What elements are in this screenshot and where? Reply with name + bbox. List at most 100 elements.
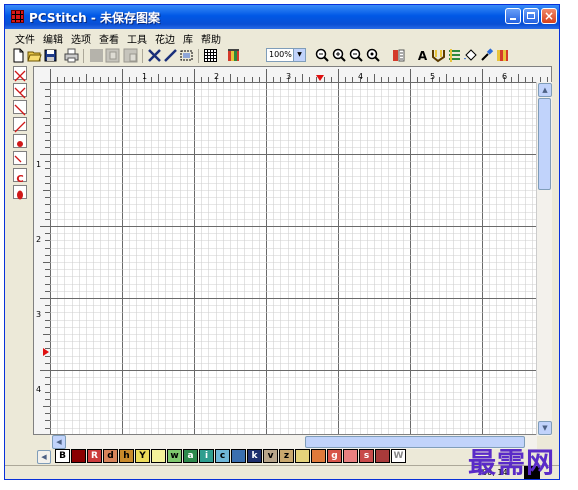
palette-swatch[interactable]: i <box>199 449 214 463</box>
watermark-logo: 最需网 <box>468 446 556 479</box>
scroll-up-icon[interactable]: ▲ <box>538 83 552 97</box>
open-folder-icon[interactable] <box>27 48 42 63</box>
grid-icon[interactable] <box>203 48 218 63</box>
palette-swatch[interactable] <box>151 449 166 463</box>
floss-colors-icon[interactable] <box>226 48 241 63</box>
palette-swatch[interactable] <box>71 449 86 463</box>
scroll-down-icon[interactable]: ▼ <box>538 421 552 435</box>
palette-swatch[interactable] <box>295 449 310 463</box>
chevron-down-icon[interactable]: ▼ <box>293 49 305 61</box>
vertical-scrollbar[interactable]: ▲ ▼ <box>536 82 552 436</box>
menu-border[interactable]: 花边 <box>155 31 175 46</box>
palette-swatch[interactable]: g <box>327 449 342 463</box>
menu-library[interactable]: 库 <box>183 31 193 46</box>
zoom-select[interactable]: 100% ▼ <box>266 48 306 62</box>
ruler-label: 1 <box>142 72 147 81</box>
palette-scroll-left-icon[interactable]: ◀ <box>37 450 51 464</box>
palette-swatch[interactable]: a <box>183 449 198 463</box>
menu-tools[interactable]: 工具 <box>127 31 147 46</box>
palette-swatch[interactable]: h <box>119 449 134 463</box>
menu-file[interactable]: 文件 <box>15 31 35 46</box>
app-window: PCStitch - 未保存图案 × 文件 编辑 选项 查看 工具 花边 库 帮… <box>4 4 560 480</box>
palette-swatch[interactable] <box>375 449 390 463</box>
palette-swatch[interactable]: R <box>87 449 102 463</box>
top-ruler <box>34 67 551 82</box>
half-stitch-tool-icon[interactable] <box>13 100 27 116</box>
bead-tool-icon[interactable]: C <box>13 168 27 185</box>
ruler-label: 5 <box>430 72 435 81</box>
ruler-ticks <box>40 69 548 429</box>
zoom-out-icon[interactable] <box>349 48 364 63</box>
ruler-label: 2 <box>36 235 41 244</box>
minimize-icon <box>510 18 516 20</box>
save-disk-icon[interactable] <box>43 48 58 63</box>
ruler-label: 2 <box>214 72 219 81</box>
full-cross-stitch-icon[interactable] <box>147 48 162 63</box>
menu-help[interactable]: 帮助 <box>201 31 221 46</box>
palette-swatch[interactable]: B <box>55 449 70 463</box>
new-file-icon[interactable] <box>11 48 26 63</box>
zoom-value: 100% <box>269 50 292 59</box>
svg-text:C: C <box>16 174 23 184</box>
color-picker-icon[interactable] <box>479 48 494 63</box>
floss-palette: ◀ B RdhYwaic kvz g s W <box>35 448 485 465</box>
palette-swatch[interactable]: w <box>167 449 182 463</box>
minimize-button[interactable] <box>505 8 521 24</box>
palette-swatch[interactable]: s <box>359 449 374 463</box>
paste-icon <box>123 48 138 63</box>
toolbar-separator <box>83 49 84 63</box>
palette-swatch[interactable]: z <box>279 449 294 463</box>
pattern-library-icon[interactable] <box>431 48 446 63</box>
palette-swatch[interactable]: W <box>391 449 406 463</box>
palette-swatch[interactable]: Y <box>135 449 150 463</box>
ruler-label: 1 <box>36 160 41 169</box>
menu-edit[interactable]: 编辑 <box>43 31 63 46</box>
maximize-icon <box>527 12 535 19</box>
stitch-grid[interactable]: 1 2 3 4 5 6 1 2 3 4 <box>34 67 552 435</box>
left-ruler <box>34 82 50 434</box>
palette-swatch[interactable] <box>343 449 358 463</box>
three-quarter-stitch-tool-icon[interactable] <box>13 83 27 99</box>
palette-swatch[interactable] <box>311 449 326 463</box>
menu-options[interactable]: 选项 <box>71 31 91 46</box>
select-area-icon[interactable] <box>179 48 194 63</box>
menu-view[interactable]: 查看 <box>99 31 119 46</box>
window-title: PCStitch - 未保存图案 <box>29 11 161 25</box>
floss-list-icon[interactable] <box>391 48 406 63</box>
french-knot-tool-icon[interactable] <box>13 134 27 148</box>
half-stitch-icon[interactable] <box>163 48 178 63</box>
ruler-label: 4 <box>358 72 363 81</box>
title-bar[interactable]: PCStitch - 未保存图案 × <box>5 5 559 29</box>
scroll-left-icon[interactable]: ◀ <box>52 435 66 449</box>
palette-swatch[interactable]: v <box>263 449 278 463</box>
toolbar: 100% ▼ A <box>5 47 559 65</box>
quarter-stitch-tool-icon[interactable] <box>13 151 27 165</box>
pattern-canvas[interactable]: 1 2 3 4 5 6 1 2 3 4 <box>33 66 552 435</box>
zoom-custom-icon[interactable] <box>366 48 381 63</box>
close-button[interactable]: × <box>541 8 557 24</box>
zoom-in-icon[interactable] <box>332 48 347 63</box>
fill-bucket-icon[interactable] <box>463 48 478 63</box>
svg-text:A: A <box>418 49 428 63</box>
palette-swatch[interactable]: k <box>247 449 262 463</box>
ruler-label: 3 <box>286 72 291 81</box>
horizontal-scrollbar[interactable]: ◀ <box>50 435 537 449</box>
ruler-label: 4 <box>36 385 41 394</box>
pcstitch-app-icon <box>11 10 24 23</box>
copy-icon <box>105 48 120 63</box>
palette-swatch[interactable]: c <box>215 449 230 463</box>
backstitch-tool-icon[interactable] <box>13 117 27 133</box>
maximize-button[interactable] <box>523 8 539 24</box>
text-tool-icon[interactable]: A <box>415 48 430 63</box>
zoom-to-fit-icon[interactable] <box>315 48 330 63</box>
menu-bar: 文件 编辑 选项 查看 工具 花边 库 帮助 <box>5 29 559 47</box>
specialty-stitch-tool-icon[interactable] <box>13 185 27 200</box>
palette-swatch[interactable] <box>231 449 246 463</box>
floss-palette-icon[interactable] <box>495 48 510 63</box>
alphabet-icon[interactable] <box>447 48 462 63</box>
toolbar-separator <box>142 49 143 63</box>
full-stitch-tool-icon[interactable] <box>13 66 27 82</box>
vertical-scroll-thumb[interactable] <box>538 98 551 190</box>
print-icon[interactable] <box>64 48 79 63</box>
palette-swatch[interactable]: d <box>103 449 118 463</box>
